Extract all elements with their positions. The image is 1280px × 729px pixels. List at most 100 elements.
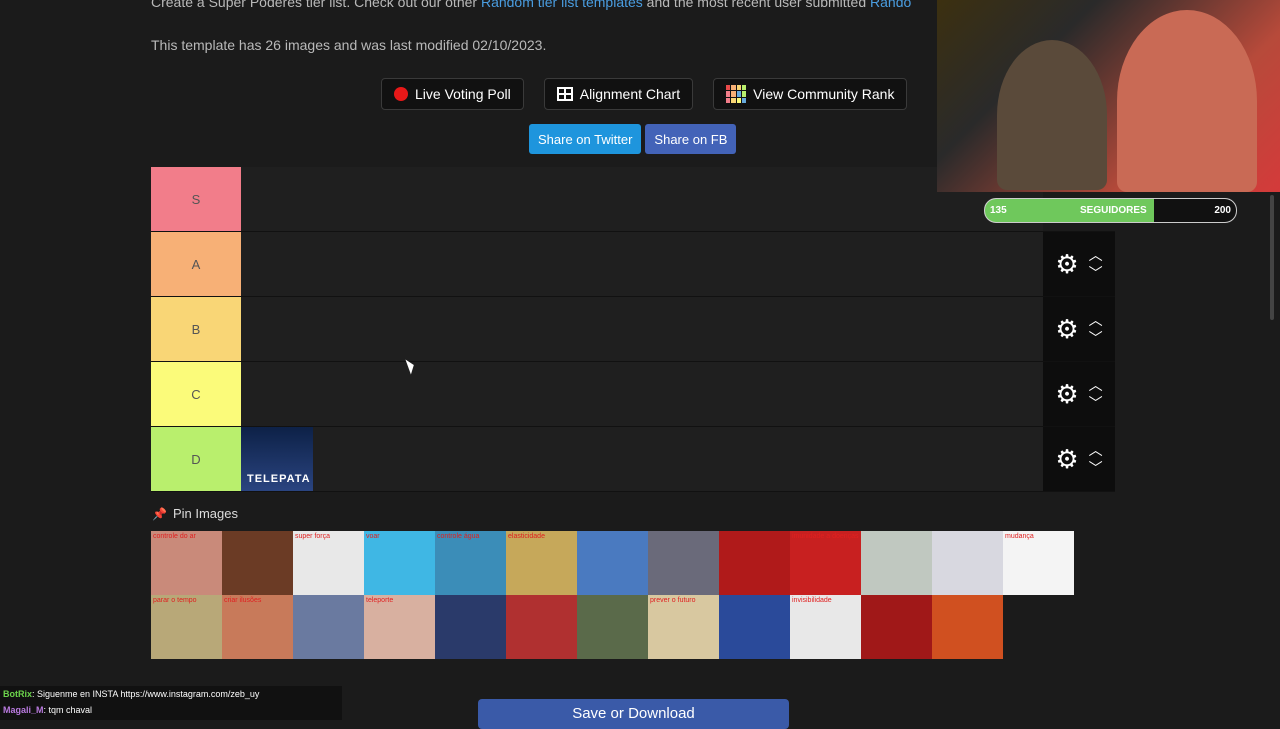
chat-text: : Siguenme en INSTA https://www.instagra… [32, 689, 260, 699]
tier-row: B ⚙ ︿ ﹀ [151, 297, 1115, 362]
pool-image[interactable]: elasticidade [506, 531, 577, 595]
gear-icon[interactable]: ⚙ [1055, 446, 1078, 472]
recent-submissions-link[interactable]: Rando [870, 0, 911, 10]
tier-drop-zone[interactable] [241, 362, 1043, 426]
gear-icon[interactable]: ⚙ [1055, 251, 1078, 277]
save-or-download-button[interactable]: Save or Download [478, 699, 789, 729]
pool-image-caption: voar [366, 533, 380, 540]
move-arrows: ︿ ﹀ [1089, 248, 1103, 280]
share-twitter-button[interactable]: Share on Twitter [529, 124, 642, 154]
streamer-1 [997, 40, 1107, 190]
intro-text-2: and the most recent user submitted [642, 0, 871, 10]
move-arrows: ︿ ﹀ [1089, 443, 1103, 475]
pool-image[interactable] [648, 531, 719, 595]
pool-image[interactable]: mudança [1003, 531, 1074, 595]
alignment-label: Alignment Chart [579, 86, 681, 102]
chevron-up-icon[interactable]: ︿ [1089, 248, 1103, 262]
tier-drop-zone[interactable] [241, 167, 1043, 231]
follower-label: SEGUIDORES [1080, 205, 1147, 216]
pool-image[interactable]: parar o tempo [151, 595, 222, 659]
alignment-chart-button[interactable]: Alignment Chart [543, 78, 694, 110]
community-label: View Community Rank [753, 86, 895, 102]
chat-message: BotRix: Siguenme en INSTA https://www.in… [0, 686, 342, 702]
pool-image-caption: parar o tempo [153, 597, 197, 604]
tier-controls: ⚙ ︿ ﹀ [1043, 427, 1115, 491]
pool-image-caption: controle do ar [153, 533, 196, 540]
chevron-up-icon[interactable]: ︿ [1089, 378, 1103, 392]
pool-image[interactable]: criar ilusões [222, 595, 293, 659]
pin-images-toggle[interactable]: 📌 Pin Images [152, 506, 238, 521]
pool-image[interactable]: controle água [435, 531, 506, 595]
chevron-up-icon[interactable]: ︿ [1089, 313, 1103, 327]
pool-image[interactable] [435, 595, 506, 659]
pool-image[interactable] [577, 595, 648, 659]
tier-label[interactable]: D [151, 427, 241, 491]
pool-image[interactable] [222, 531, 293, 595]
pool-image-caption: elasticidade [508, 533, 545, 540]
pool-image[interactable]: imunidade a doenças [790, 531, 861, 595]
chevron-down-icon[interactable]: ﹀ [1089, 396, 1103, 410]
pushpin-icon: 📌 [152, 506, 167, 521]
pool-image[interactable] [861, 531, 932, 595]
tier-drop-zone[interactable] [241, 297, 1043, 361]
tier-drop-zone[interactable]: TELEPATA [241, 427, 1043, 491]
random-templates-link[interactable]: Random tier list templates [481, 0, 643, 10]
tier-label[interactable]: C [151, 362, 241, 426]
share-buttons: Share on Twitter Share on FB [529, 124, 737, 154]
stream-chat: BotRix: Siguenme en INSTA https://www.in… [0, 686, 342, 720]
pool-image[interactable]: super força [293, 531, 364, 595]
pool-image[interactable] [293, 595, 364, 659]
pool-image-caption: invisibilidade [792, 597, 832, 604]
intro-text-1: Create a Super Poderes tier list. Check … [151, 0, 481, 10]
pool-image-caption: prever o futuro [650, 597, 696, 604]
tier-label[interactable]: B [151, 297, 241, 361]
live-poll-label: Live Voting Poll [415, 86, 511, 102]
gear-icon[interactable]: ⚙ [1055, 316, 1078, 342]
tier-grid-icon [726, 85, 747, 103]
move-arrows: ︿ ﹀ [1089, 378, 1103, 410]
tier-drop-zone[interactable] [241, 232, 1043, 296]
pool-image[interactable]: prever o futuro [648, 595, 719, 659]
record-icon [394, 87, 408, 101]
pool-image[interactable] [861, 595, 932, 659]
chevron-down-icon[interactable]: ﹀ [1089, 331, 1103, 345]
pool-image[interactable] [506, 595, 577, 659]
grid-icon [556, 87, 573, 101]
chevron-down-icon[interactable]: ﹀ [1089, 266, 1103, 280]
tier-controls: ⚙ ︿ ﹀ [1043, 362, 1115, 426]
chat-message: Magali_M: tqm chaval [0, 702, 342, 718]
pool-image[interactable] [719, 531, 790, 595]
pool-image[interactable] [932, 595, 1003, 659]
tier-row: C ⚙ ︿ ﹀ [151, 362, 1115, 427]
pool-image[interactable] [577, 531, 648, 595]
tier-image-telepata[interactable]: TELEPATA [241, 427, 313, 491]
chevron-up-icon[interactable]: ︿ [1089, 443, 1103, 457]
view-community-rank-button[interactable]: View Community Rank [713, 78, 908, 110]
move-arrows: ︿ ﹀ [1089, 313, 1103, 345]
template-meta: This template has 26 images and was last… [151, 37, 547, 53]
tier-row: D TELEPATA ⚙ ︿ ﹀ [151, 427, 1115, 492]
follower-current: 135 [990, 205, 1007, 216]
tier-label[interactable]: S [151, 167, 241, 231]
follower-goal-bar: 135 SEGUIDORES 200 [984, 198, 1237, 223]
pool-image[interactable] [719, 595, 790, 659]
tier-row: A ⚙ ︿ ﹀ [151, 232, 1115, 297]
tier-controls: ⚙ ︿ ﹀ [1043, 232, 1115, 296]
pool-image[interactable] [932, 531, 1003, 595]
action-buttons: Live Voting Poll Alignment Chart View Co… [381, 78, 908, 110]
chat-user: Magali_M [3, 705, 44, 715]
pool-image-caption: super força [295, 533, 331, 540]
pool-image[interactable]: invisibilidade [790, 595, 861, 659]
tier-label[interactable]: A [151, 232, 241, 296]
share-fb-button[interactable]: Share on FB [645, 124, 737, 154]
template-description: Create a Super Poderes tier list. Check … [151, 0, 911, 10]
live-voting-poll-button[interactable]: Live Voting Poll [381, 78, 524, 110]
tier-image-caption: TELEPATA [247, 473, 311, 485]
pool-image[interactable]: teleporte [364, 595, 435, 659]
chevron-down-icon[interactable]: ﹀ [1089, 461, 1103, 475]
gear-icon[interactable]: ⚙ [1055, 381, 1078, 407]
pool-image[interactable]: voar [364, 531, 435, 595]
pool-image[interactable]: controle do ar [151, 531, 222, 595]
follower-target: 200 [1214, 205, 1231, 216]
page-scrollbar[interactable] [1270, 195, 1274, 320]
